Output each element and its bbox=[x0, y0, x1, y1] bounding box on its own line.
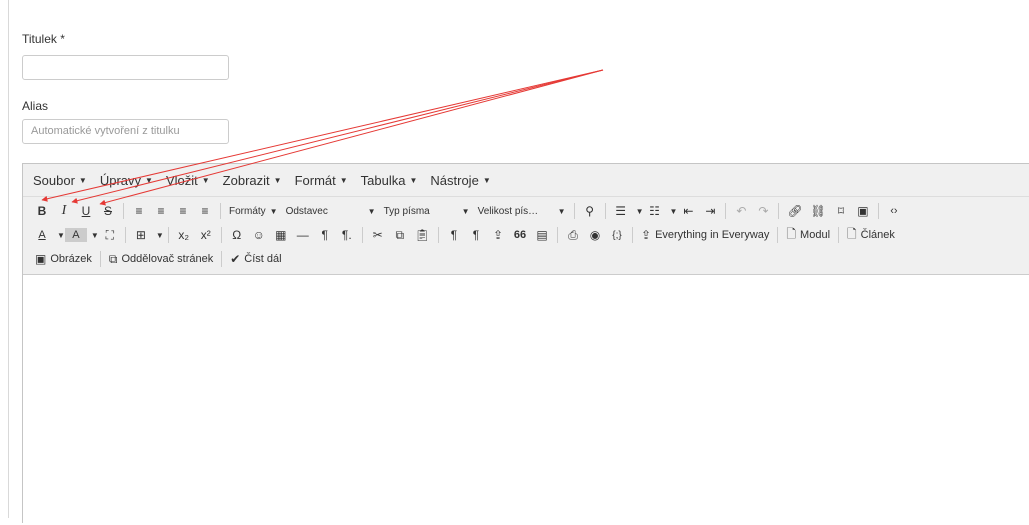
annotation-arrow-bold bbox=[41, 69, 604, 202]
annotation-arrow-italic bbox=[71, 69, 604, 204]
annotation-arrow-underline bbox=[99, 69, 604, 206]
annotation-arrows bbox=[41, 69, 604, 206]
